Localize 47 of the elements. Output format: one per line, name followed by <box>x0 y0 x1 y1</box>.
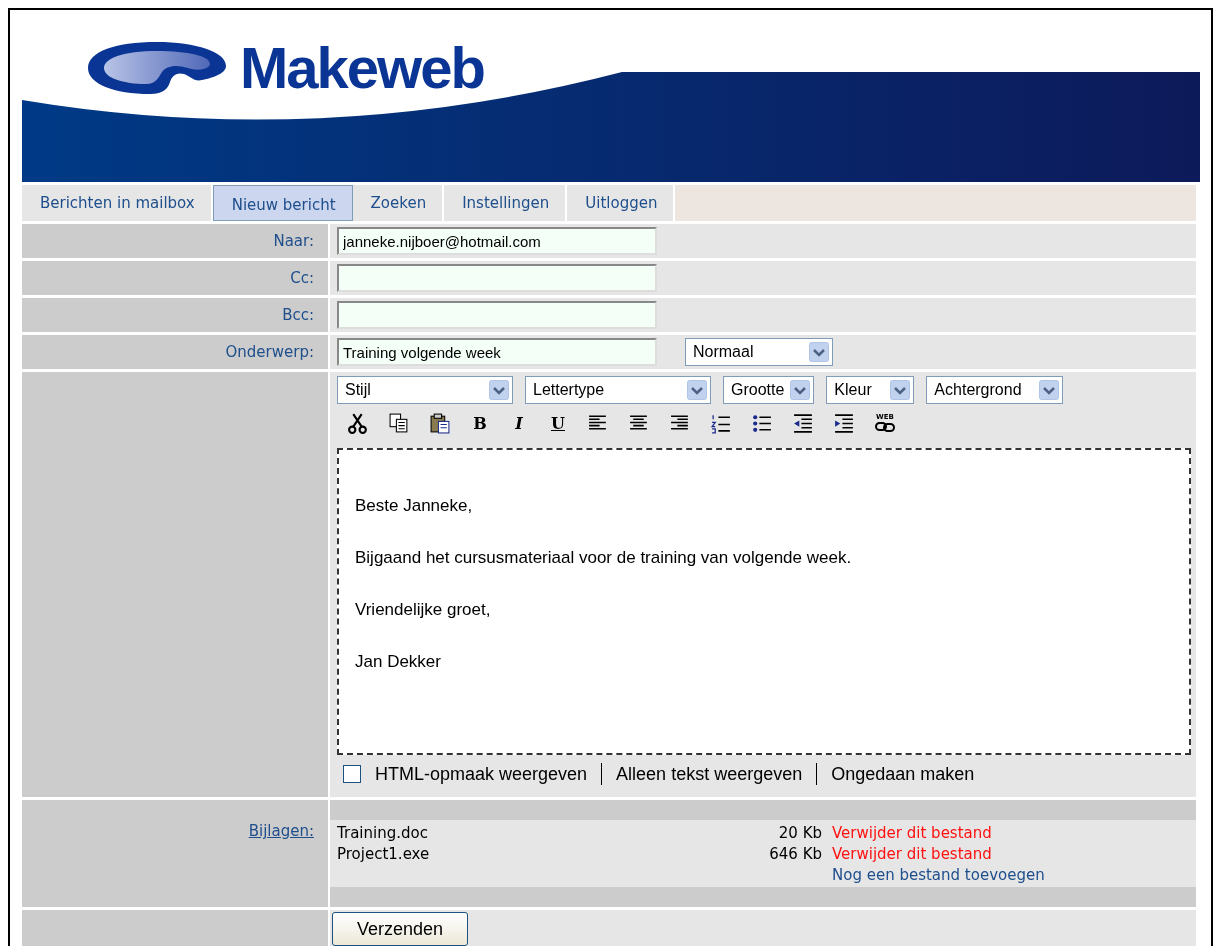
checkbox-label: HTML-opmaak weergeven <box>375 763 588 785</box>
editor-action-link[interactable]: Alleen tekst weergeven <box>616 763 803 785</box>
text-field[interactable]: janneke.nijboer@hotmail.com <box>337 227 657 255</box>
format-select[interactable]: Stijl <box>337 376 513 404</box>
copy-icon[interactable] <box>388 412 410 434</box>
numbered-list-icon[interactable] <box>710 412 732 434</box>
editor-action-link[interactable]: Ongedaan maken <box>831 763 975 785</box>
field-label: Onderwerp: <box>225 343 314 361</box>
file-name: Project1.exe <box>337 844 431 865</box>
bold-button[interactable]: B <box>470 413 490 433</box>
attachments-link[interactable]: Bijlagen: <box>248 822 314 840</box>
tab[interactable]: Instellingen <box>444 185 568 221</box>
format-select[interactable]: Achtergrond <box>926 376 1064 404</box>
send-button[interactable]: Verzenden <box>332 912 469 946</box>
file-name: Training.doc <box>337 823 429 844</box>
bullet-list-icon[interactable] <box>751 412 773 434</box>
logo-text: Makeweb <box>240 39 484 97</box>
tab[interactable]: Berichten in mailbox <box>22 185 213 221</box>
field-label: Bcc: <box>282 306 314 324</box>
indent-icon[interactable] <box>833 412 855 434</box>
tab[interactable]: Zoeken <box>352 185 445 221</box>
text-field[interactable] <box>337 301 657 329</box>
priority-select[interactable]: Normaal <box>685 338 833 366</box>
italic-button[interactable]: I <box>509 413 529 433</box>
field-label: Naar: <box>273 232 314 250</box>
tab[interactable]: Uitloggen <box>567 185 676 221</box>
text-field[interactable] <box>337 264 657 292</box>
add-file-link[interactable]: Nog een bestand toevoegen <box>832 865 1189 886</box>
message-editor[interactable]: Beste Janneke, Bijgaand het cursusmateriaal voor de training van volgende week. Vriendelijke groet, Jan Dekker <box>337 448 1191 755</box>
tab[interactable]: Nieuw bericht <box>212 185 353 221</box>
underline-button[interactable]: U <box>548 413 568 433</box>
message-paragraph: Jan Dekker <box>355 651 442 673</box>
file-size: 646 Kb <box>769 844 822 865</box>
message-paragraph: Bijgaand het cursusmateriaal voor de training van volgende week. <box>355 547 853 569</box>
clipboard-icon[interactable] <box>429 412 451 434</box>
format-select[interactable]: Lettertype <box>525 376 711 404</box>
field-label: Cc: <box>290 269 314 287</box>
format-select[interactable]: Kleur <box>826 376 915 404</box>
text-field[interactable]: Training volgende week <box>337 338 657 366</box>
file-size: 20 Kb <box>777 823 822 844</box>
scissors-icon[interactable] <box>347 412 369 434</box>
outdent-icon[interactable] <box>792 412 814 434</box>
message-paragraph: Beste Janneke, <box>355 495 474 517</box>
checkbox[interactable] <box>343 765 361 783</box>
format-select[interactable]: Grootte <box>723 376 815 404</box>
message-paragraph: Vriendelijke groet, <box>355 599 492 621</box>
chain-link-icon <box>875 420 895 433</box>
